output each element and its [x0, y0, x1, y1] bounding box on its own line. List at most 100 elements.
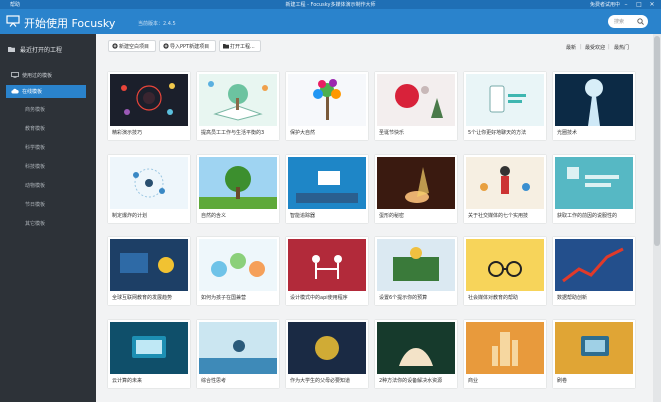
open-project-button[interactable]: 打开工程... — [219, 40, 261, 52]
template-caption: 云计算的未来 — [112, 378, 143, 384]
template-card[interactable]: 蛋形的秘密 — [375, 155, 457, 223]
template-caption: 2种方法你的设备解决水资源 — [379, 378, 443, 384]
template-card[interactable]: 5个让你更好地聊天的方法 — [464, 72, 546, 140]
plus-circle-icon — [163, 43, 169, 49]
sidebar-item-recent-projects[interactable]: 最近打开的工程 — [0, 42, 96, 56]
template-thumbnail — [199, 239, 277, 291]
template-caption: 获取工作的前因的说服性的 — [557, 213, 618, 219]
sidebar-subitem-other[interactable]: 其它模板 — [25, 220, 45, 227]
template-card[interactable]: 刷卷 — [553, 320, 635, 388]
cloud-icon — [11, 88, 19, 94]
template-caption: 圣诞节快乐 — [379, 130, 405, 136]
template-caption: 光圈技术 — [557, 130, 578, 136]
monitor-icon — [11, 72, 19, 78]
search-icon[interactable] — [637, 18, 644, 25]
presentation-logo-icon — [6, 15, 20, 27]
template-thumbnail — [466, 157, 544, 209]
template-thumbnail — [199, 74, 277, 126]
sidebar-item-label: 在线模板 — [22, 89, 43, 95]
template-thumbnail — [199, 322, 277, 374]
template-card[interactable]: 精彩演示技巧 — [108, 72, 190, 140]
template-card[interactable]: 设计模式中的api使用程序 — [286, 237, 368, 305]
template-thumbnail — [555, 322, 633, 374]
template-thumbnail — [466, 74, 544, 126]
sort-separator: | — [608, 44, 610, 50]
template-thumbnail — [555, 239, 633, 291]
template-card[interactable]: 全球互联网教育的发展趋势 — [108, 237, 190, 305]
template-caption: 智能追踪器 — [290, 213, 316, 219]
template-card[interactable]: 综合性思考 — [197, 320, 279, 388]
free-trial-label[interactable]: 免费者试用中 — [590, 1, 620, 8]
sidebar-item-online-templates[interactable]: 在线模板 — [6, 85, 86, 98]
window-title-bar: 帮助 新建工程 - Focusky多媒体演示制作大师 免费者试用中 – □ ✕ — [0, 0, 661, 9]
template-card[interactable]: 保护大自然 — [286, 72, 368, 140]
close-icon[interactable]: ✕ — [646, 0, 658, 9]
scrollbar[interactable] — [653, 34, 661, 402]
sidebar: 最近打开的工程 使用过的模板 在线模板 商务模板 教育模板 科学模板 科技模板 … — [0, 34, 96, 402]
template-card[interactable]: 云计算的未来 — [108, 320, 190, 388]
sidebar-subitem-holidays[interactable]: 节日模板 — [25, 201, 45, 208]
template-thumbnail — [110, 322, 188, 374]
sidebar-subitem-technology[interactable]: 科技模板 — [25, 163, 45, 170]
maximize-icon[interactable]: □ — [633, 0, 645, 9]
template-thumbnail — [555, 157, 633, 209]
import-ppt-button[interactable]: 导入PPT新建项目 — [159, 40, 216, 52]
sidebar-subitem-education[interactable]: 教育模板 — [25, 125, 45, 132]
template-thumbnail — [377, 74, 455, 126]
template-card[interactable]: 光圈技术 — [553, 72, 635, 140]
template-caption: 自然的含义 — [201, 213, 227, 219]
template-caption: 制定爆炸的计划 — [112, 213, 148, 219]
template-thumbnail — [377, 239, 455, 291]
template-card[interactable]: 数据帮助创新 — [553, 237, 635, 305]
template-card[interactable]: 社会媒体对教育的帮助 — [464, 237, 546, 305]
template-caption: 设置6个提示你的预算 — [379, 295, 428, 301]
template-caption: 关于社交媒体的七个实用技 — [468, 213, 529, 219]
new-blank-project-button[interactable]: 新建空白项目 — [108, 40, 156, 52]
template-card[interactable]: 关于社交媒体的七个实用技 — [464, 155, 546, 223]
template-card[interactable]: 作为大学生的父母必要知道 — [286, 320, 368, 388]
template-thumbnail — [466, 239, 544, 291]
template-caption: 作为大学生的父母必要知道 — [290, 378, 351, 384]
template-card[interactable]: 圣诞节快乐 — [375, 72, 457, 140]
minimize-icon[interactable]: – — [620, 0, 632, 9]
template-card[interactable]: 设置6个提示你的预算 — [375, 237, 457, 305]
template-caption: 蛋形的秘密 — [379, 213, 405, 219]
template-thumbnail — [110, 74, 188, 126]
sort-latest-link[interactable]: 最新 — [566, 44, 576, 51]
version-label: 当前版本：2.4.5 — [138, 21, 176, 27]
search-input[interactable]: 搜索 — [608, 15, 648, 28]
template-card[interactable]: 商业 — [464, 320, 546, 388]
template-thumbnail — [288, 322, 366, 374]
template-thumbnail — [555, 74, 633, 126]
sidebar-subitem-animals[interactable]: 动物模板 — [25, 182, 45, 189]
template-thumbnail — [288, 74, 366, 126]
template-card[interactable]: 获取工作的前因的说服性的 — [553, 155, 635, 223]
template-caption: 设计模式中的api使用程序 — [290, 295, 348, 301]
template-caption: 5个让你更好地聊天的方法 — [468, 130, 527, 136]
scrollbar-thumb[interactable] — [654, 36, 660, 246]
sort-recommended-link[interactable]: 最受欢迎 — [585, 44, 605, 51]
page-title: 开始使用 Focusky — [24, 17, 116, 30]
template-card[interactable]: 如何为孩子在国兼营 — [197, 237, 279, 305]
template-caption: 刷卷 — [557, 378, 568, 384]
template-thumbnail — [288, 239, 366, 291]
template-caption: 提高员工工作与生活平衡的3 — [201, 130, 265, 136]
template-card[interactable]: 智能追踪器 — [286, 155, 368, 223]
folder-open-icon — [223, 44, 229, 49]
sidebar-item-used-templates[interactable]: 使用过的模板 — [0, 69, 96, 82]
sidebar-subitem-science[interactable]: 科学模板 — [25, 144, 45, 151]
template-caption: 商业 — [468, 378, 479, 384]
template-thumbnail — [466, 322, 544, 374]
template-card[interactable]: 制定爆炸的计划 — [108, 155, 190, 223]
template-thumbnail — [377, 322, 455, 374]
template-card[interactable]: 2种方法你的设备解决水资源 — [375, 320, 457, 388]
template-card[interactable]: 自然的含义 — [197, 155, 279, 223]
sidebar-subitem-business[interactable]: 商务模板 — [25, 106, 45, 113]
window-title: 新建工程 - Focusky多媒体演示制作大师 — [285, 2, 376, 8]
search-placeholder: 搜索 — [614, 19, 625, 25]
button-label: 导入PPT新建项目 — [170, 44, 210, 50]
template-thumbnail — [110, 239, 188, 291]
sort-popular-link[interactable]: 最热门 — [614, 44, 629, 51]
template-caption: 全球互联网教育的发展趋势 — [112, 295, 173, 301]
template-card[interactable]: 提高员工工作与生活平衡的3 — [197, 72, 279, 140]
